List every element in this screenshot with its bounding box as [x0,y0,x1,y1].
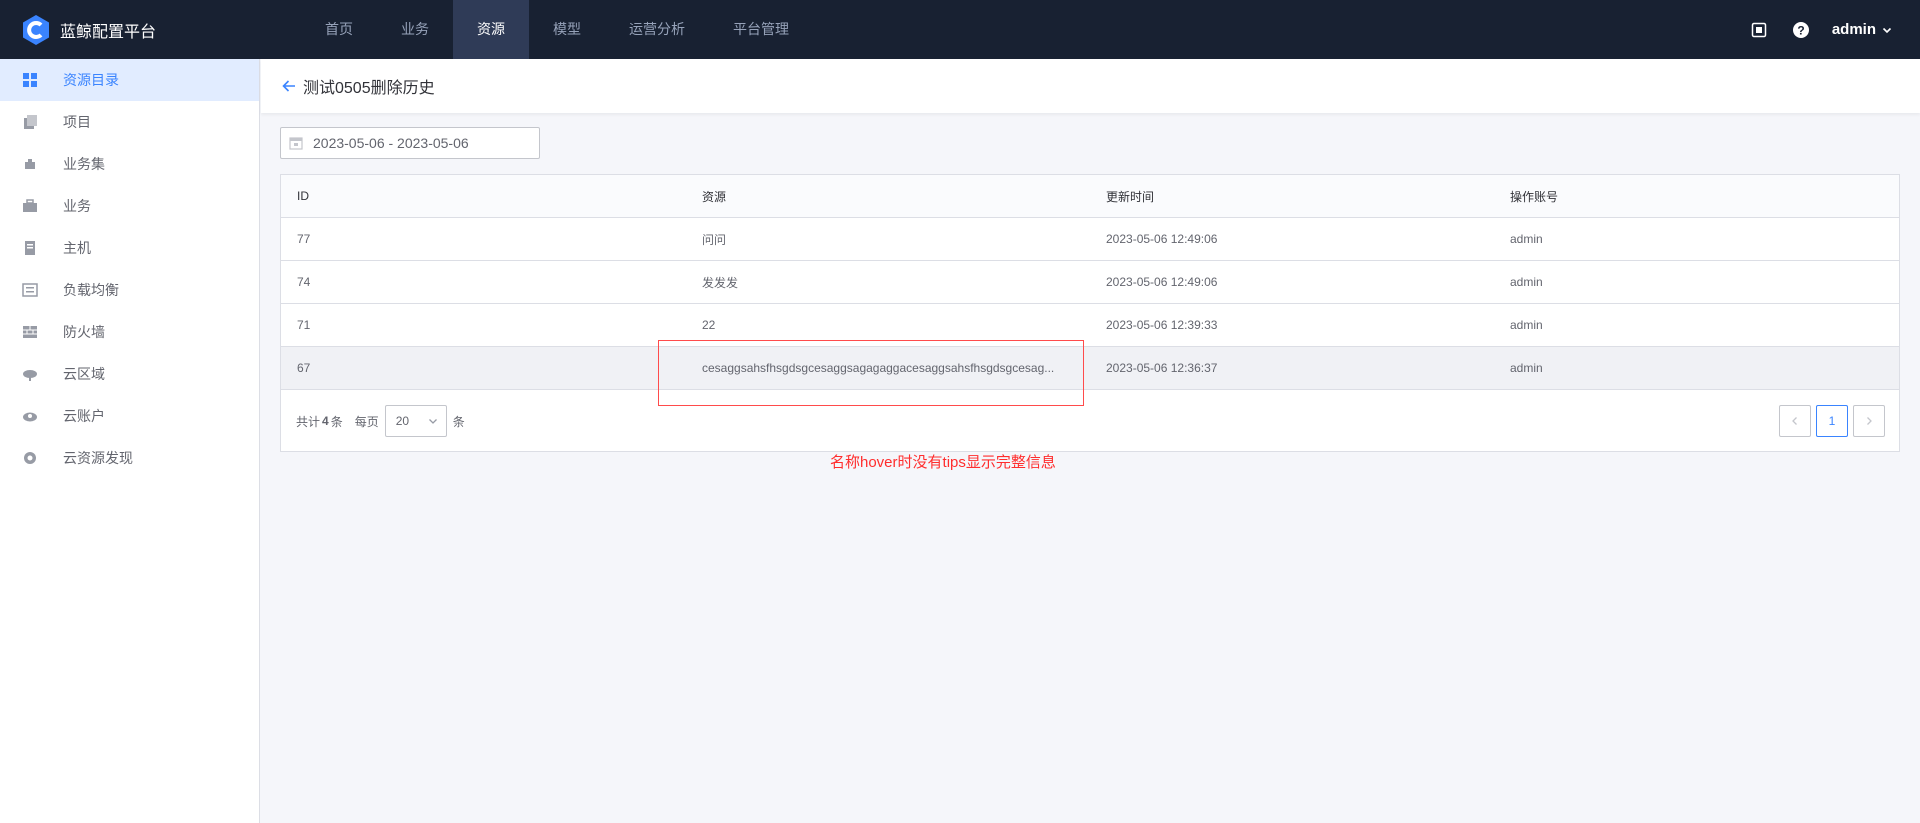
help-icon[interactable]: ? [1792,21,1810,39]
sidebar-item-label: 负载均衡 [63,282,119,298]
sidebar-item-label: 业务集 [63,156,105,172]
sidebar-item-label: 主机 [63,240,91,256]
cell-resource: 22 [702,318,716,332]
nav-item-resource[interactable]: 资源 [453,0,529,59]
business-set-icon [21,155,39,173]
main-nav: 首页 业务 资源 模型 运营分析 平台管理 [301,0,813,59]
sidebar-item-business-set[interactable]: 业务集 [0,143,259,185]
table-row[interactable]: 74 发发发 2023-05-06 12:49:06 admin [281,261,1899,304]
nav-item-model[interactable]: 模型 [529,0,605,59]
total-suffix: 条 [330,414,343,429]
logo-icon [23,14,49,45]
cell-id: 77 [297,232,311,246]
chevron-down-icon [1882,27,1892,33]
column-header-resource[interactable]: 资源 [686,188,1090,205]
sidebar-item-label: 云资源发现 [63,450,133,466]
chevron-left-icon [1792,417,1797,425]
sidebar-item-firewall[interactable]: 防火墙 [0,311,259,353]
cell-updated-time: 2023-05-06 12:49:06 [1106,275,1218,289]
cell-id: 67 [297,361,311,375]
nav-item-business[interactable]: 业务 [377,0,453,59]
cell-operator: admin [1510,232,1543,246]
brand[interactable]: 蓝鲸配置平台 [0,14,285,46]
firewall-icon [21,323,39,341]
top-right-tools: ? admin [1726,0,1892,59]
sidebar-item-host[interactable]: 主机 [0,227,259,269]
cell-operator: admin [1510,275,1543,289]
page-buttons: 1 [1774,405,1885,437]
total-count: 4 [322,414,329,428]
top-navigation-bar: 蓝鲸配置平台 首页 业务 资源 模型 运营分析 平台管理 ? admin [0,0,1920,59]
page-header: 测试0505删除历史 [261,59,1920,113]
load-balancer-icon [21,281,39,299]
sidebar-item-label: 资源目录 [63,72,119,88]
briefcase-icon [21,197,39,215]
host-icon [21,239,39,257]
chevron-down-icon [428,419,437,424]
page-size-value: 20 [395,414,410,428]
annotation-text: 名称hover时没有tips显示完整信息 [830,454,1056,471]
sidebar-item-label: 云账户 [63,408,105,424]
nav-item-platform[interactable]: 平台管理 [709,0,813,59]
page-size-unit: 条 [452,414,465,429]
cell-resource: 发发发 [702,275,739,290]
history-table: ID 资源 更新时间 操作账号 77 问问 2023-05-06 12:49:0… [280,174,1900,452]
pagination: 共计 4 条 每页 20 条 1 [281,390,1899,452]
sidebar-item-label: 云区域 [63,366,105,382]
nav-item-home[interactable]: 首页 [301,0,377,59]
prev-page-button[interactable] [1779,405,1811,437]
cell-id: 71 [297,318,311,332]
cell-operator: admin [1510,318,1543,332]
sidebar-item-label: 业务 [63,198,91,214]
cell-updated-time: 2023-05-06 12:39:33 [1106,318,1218,332]
sidebar: 资源目录 项目 业务集 业务 主机 负载均衡 防火墙 云区域 云账户 云资源发现 [0,59,260,823]
cell-updated-time: 2023-05-06 12:36:37 [1106,361,1218,375]
nav-item-analysis[interactable]: 运营分析 [605,0,709,59]
cell-operator: admin [1510,361,1543,375]
table-header-row: ID 资源 更新时间 操作账号 [281,175,1899,218]
table-row[interactable]: 77 问问 2023-05-06 12:49:06 admin [281,218,1899,261]
date-range-picker[interactable]: 2023-05-06 - 2023-05-06 [280,127,540,159]
back-arrow-icon[interactable] [281,78,297,94]
cloud-area-icon [21,365,39,383]
date-range-value: 2023-05-06 - 2023-05-06 [313,135,469,151]
sidebar-item-label: 项目 [63,114,91,130]
sidebar-item-cloud-discovery[interactable]: 云资源发现 [0,437,259,479]
cell-updated-time: 2023-05-06 12:49:06 [1106,232,1218,246]
next-page-button[interactable] [1853,405,1885,437]
sidebar-item-cloud-area[interactable]: 云区域 [0,353,259,395]
sidebar-item-business[interactable]: 业务 [0,185,259,227]
sidebar-item-cloud-account[interactable]: 云账户 [0,395,259,437]
column-header-id[interactable]: ID [281,189,686,203]
cloud-account-icon [21,407,39,425]
column-header-updated-time[interactable]: 更新时间 [1090,188,1494,205]
grid-icon [21,71,39,89]
chevron-right-icon [1867,417,1872,425]
user-menu[interactable]: admin [1832,21,1892,38]
column-header-operator[interactable]: 操作账号 [1494,188,1899,205]
notice-icon[interactable] [1750,21,1768,39]
page-size-select[interactable]: 20 [384,405,447,437]
project-icon [21,113,39,131]
svg-text:?: ? [1797,23,1804,37]
annotation-highlight-box [658,340,1084,406]
cloud-discovery-icon [21,449,39,467]
sidebar-item-label: 防火墙 [63,324,105,340]
calendar-icon [289,137,303,150]
table-row[interactable]: 67 cesaggsahsfhsgdsgcesaggsagagaggacesag… [281,347,1899,390]
app-title: 蓝鲸配置平台 [60,23,157,41]
cell-id: 74 [297,275,311,289]
sidebar-item-project[interactable]: 项目 [0,101,259,143]
sidebar-item-resource-catalog[interactable]: 资源目录 [0,59,259,101]
sidebar-item-load-balancer[interactable]: 负载均衡 [0,269,259,311]
per-page-label: 每页 [354,414,379,429]
total-prefix: 共计 [296,414,321,429]
table-row[interactable]: 71 22 2023-05-06 12:39:33 admin [281,304,1899,347]
username: admin [1831,21,1876,38]
page-title: 测试0505删除历史 [303,80,435,97]
page-number-button[interactable]: 1 [1816,405,1848,437]
cell-resource: 问问 [702,232,727,247]
